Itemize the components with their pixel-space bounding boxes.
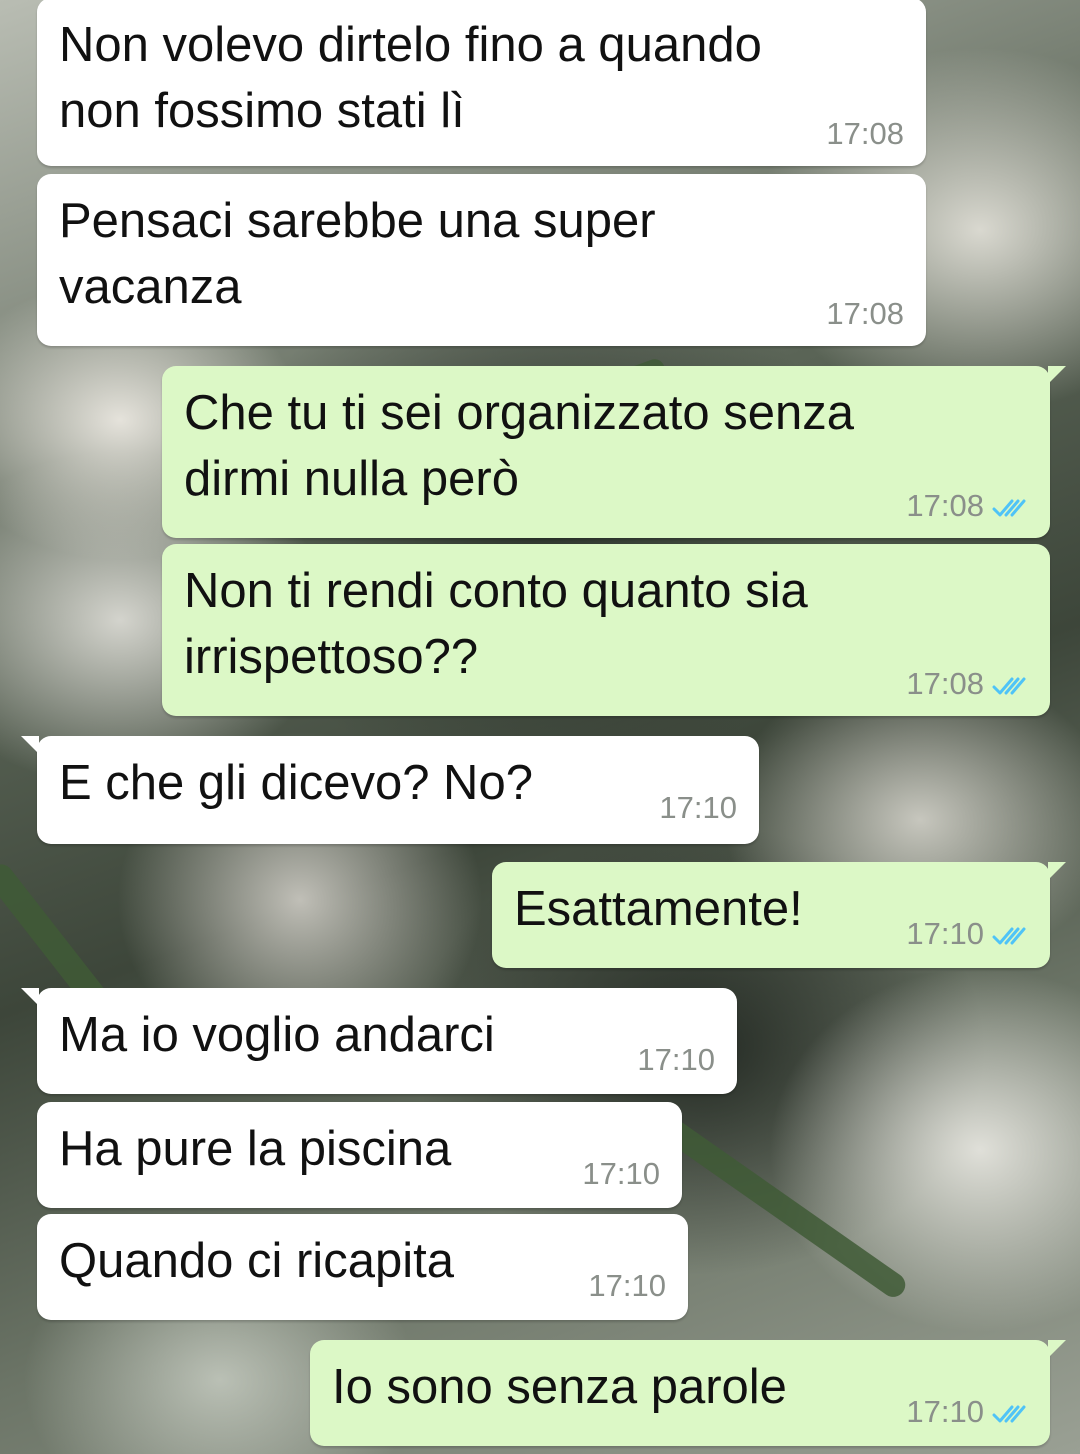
message-text: Che tu ti sei organizzato senza dirmi nu… — [184, 386, 855, 506]
message-incoming[interactable]: E che gli dicevo? No? 17:10 — [21, 736, 759, 844]
message-incoming[interactable]: Ha pure la piscina 17:10 — [37, 1102, 682, 1208]
double-check-icon — [992, 1405, 1026, 1423]
message-incoming[interactable]: Non volevo dirtelo fino a quando non fos… — [37, 0, 926, 166]
message-text: Non ti rendi conto quanto sia irrispetto… — [184, 564, 808, 684]
message-time: 17:10 — [906, 1394, 984, 1429]
double-check-icon — [992, 499, 1026, 517]
message-meta: 17:10 — [906, 916, 1030, 952]
message-outgoing[interactable]: Non ti rendi conto quanto sia irrispetto… — [162, 544, 1050, 716]
message-outgoing[interactable]: Io sono senza parole 17:10 — [310, 1340, 1066, 1446]
message-text: Pensaci sarebbe una super vacanza — [59, 194, 656, 314]
message-time: 17:08 — [906, 488, 984, 523]
message-outgoing[interactable]: Esattamente! 17:10 — [492, 862, 1066, 968]
message-text: Ma io voglio andarci — [59, 1008, 495, 1062]
message-meta: 17:08 — [906, 666, 1030, 702]
bubble-tail — [1048, 862, 1066, 880]
message-meta: 17:08 — [906, 488, 1030, 524]
bubble-tail — [21, 988, 39, 1006]
double-check-icon — [992, 927, 1026, 945]
message-time: 17:10 — [582, 1156, 660, 1191]
message-text: Ha pure la piscina — [59, 1122, 452, 1176]
message-outgoing[interactable]: Che tu ti sei organizzato senza dirmi nu… — [162, 366, 1066, 538]
message-meta: 17:10 — [906, 1394, 1030, 1430]
message-time: 17:10 — [906, 916, 984, 951]
double-check-icon — [992, 677, 1026, 695]
message-time: 17:10 — [637, 1042, 715, 1077]
message-text: E che gli dicevo? No? — [59, 756, 533, 810]
bubble-tail — [21, 736, 39, 754]
message-incoming[interactable]: Pensaci sarebbe una super vacanza 17:08 — [37, 174, 926, 346]
message-time: 17:10 — [659, 790, 737, 825]
message-time: 17:08 — [906, 666, 984, 701]
message-incoming[interactable]: Ma io voglio andarci 17:10 — [21, 988, 737, 1094]
message-time: 17:10 — [588, 1268, 666, 1303]
message-text: Non volevo dirtelo fino a quando non fos… — [59, 18, 762, 138]
message-incoming[interactable]: Quando ci ricapita 17:10 — [37, 1214, 688, 1320]
message-text: Quando ci ricapita — [59, 1234, 454, 1288]
message-time: 17:08 — [826, 296, 904, 331]
bubble-tail — [1048, 1340, 1066, 1358]
message-time: 17:08 — [826, 116, 904, 151]
bubble-tail — [1048, 366, 1066, 384]
